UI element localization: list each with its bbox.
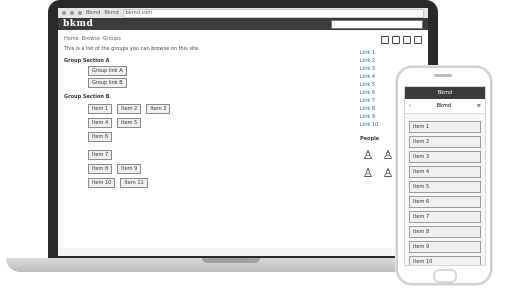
phone-item[interactable]: Item 3 <box>409 151 481 163</box>
laptop-notch <box>202 258 260 263</box>
phone-body: Item 1 Item 2 Item 3 Item 4 Item 5 Item … <box>405 114 485 265</box>
content: Home Browse Groups This is a list of the… <box>58 30 428 248</box>
laptop-screen: Bkmd Bkmd bkmd.com bkmd Home Browse Grou… <box>58 8 428 256</box>
user-icon[interactable]: ♙ <box>380 148 396 162</box>
item-chip[interactable]: Item 8 <box>88 164 113 174</box>
main-content: Home Browse Groups This is a list of the… <box>64 34 354 244</box>
group-link[interactable]: Group link A <box>88 66 127 76</box>
phone-item[interactable]: Item 5 <box>409 181 481 193</box>
user-icon[interactable]: ♙ <box>360 148 376 162</box>
breadcrumb: Home Browse Groups <box>64 36 354 42</box>
print-icon[interactable] <box>392 36 400 44</box>
section-title: Group Section B <box>64 94 110 100</box>
group-link[interactable]: Group link B <box>88 78 127 88</box>
header-icons <box>360 36 422 44</box>
back-icon[interactable]: ‹ <box>409 103 411 109</box>
phone-header: ‹ Bkmd ≡ <box>405 99 485 114</box>
item-chip[interactable]: Item 11 <box>120 178 148 188</box>
search-input[interactable] <box>331 19 423 29</box>
page-intro: This is a list of the groups you can bro… <box>64 46 200 52</box>
breadcrumb-item[interactable]: Home <box>64 36 79 42</box>
address-bar[interactable]: bkmd.com <box>122 8 424 18</box>
user-icon[interactable]: ♙ <box>360 166 376 180</box>
browser-tab[interactable]: Bkmd <box>86 10 100 16</box>
item-chip[interactable]: Item 5 <box>117 118 142 128</box>
sidebar-link[interactable]: Link 1 <box>360 50 422 56</box>
phone: Bkmd ‹ Bkmd ≡ Item 1 Item 2 Item 3 Item … <box>396 66 492 285</box>
phone-screen: Bkmd ‹ Bkmd ≡ Item 1 Item 2 Item 3 Item … <box>404 86 486 266</box>
window-dot <box>62 11 66 15</box>
phone-item[interactable]: Item 2 <box>409 136 481 148</box>
item-chip[interactable]: Item 4 <box>88 118 113 128</box>
laptop: Bkmd Bkmd bkmd.com bkmd Home Browse Grou… <box>48 0 438 260</box>
item-chip[interactable]: Item 1 <box>88 104 113 114</box>
menu-icon[interactable]: ≡ <box>477 103 481 109</box>
phone-item[interactable]: Item 4 <box>409 166 481 178</box>
phone-item[interactable]: Item 9 <box>409 241 481 253</box>
item-chip[interactable]: Item 10 <box>88 178 116 188</box>
sidebar-link[interactable]: Link 2 <box>360 58 422 64</box>
item-chip[interactable]: Item 6 <box>88 132 113 142</box>
social-icon[interactable] <box>414 36 422 44</box>
phone-item[interactable]: Item 1 <box>409 121 481 133</box>
item-chip[interactable]: Item 9 <box>117 164 142 174</box>
device-mockup: Bkmd Bkmd bkmd.com bkmd Home Browse Grou… <box>0 0 506 291</box>
item-chip[interactable]: Item 3 <box>146 104 171 114</box>
site-logo[interactable]: bkmd <box>63 19 93 29</box>
app-header: bkmd <box>58 18 428 30</box>
phone-item[interactable]: Item 7 <box>409 211 481 223</box>
user-icon[interactable]: ♙ <box>380 166 396 180</box>
mail-icon[interactable] <box>403 36 411 44</box>
breadcrumb-item[interactable]: Groups <box>103 36 121 42</box>
window-dot <box>78 11 82 15</box>
browser-bar: Bkmd Bkmd bkmd.com <box>58 8 428 18</box>
phone-item[interactable]: Item 8 <box>409 226 481 238</box>
phone-item[interactable]: Item 6 <box>409 196 481 208</box>
home-button[interactable] <box>433 269 457 283</box>
phone-speaker <box>434 74 452 77</box>
share-icon[interactable] <box>381 36 389 44</box>
window-dot <box>70 11 74 15</box>
item-chip[interactable]: Item 7 <box>88 150 113 160</box>
phone-title: Bkmd <box>436 103 452 109</box>
phone-status-bar: Bkmd <box>405 87 485 99</box>
browser-tab[interactable]: Bkmd <box>104 10 118 16</box>
phone-item[interactable]: Item 10 <box>409 256 481 265</box>
item-chip[interactable]: Item 2 <box>117 104 142 114</box>
breadcrumb-item[interactable]: Browse <box>82 36 100 42</box>
